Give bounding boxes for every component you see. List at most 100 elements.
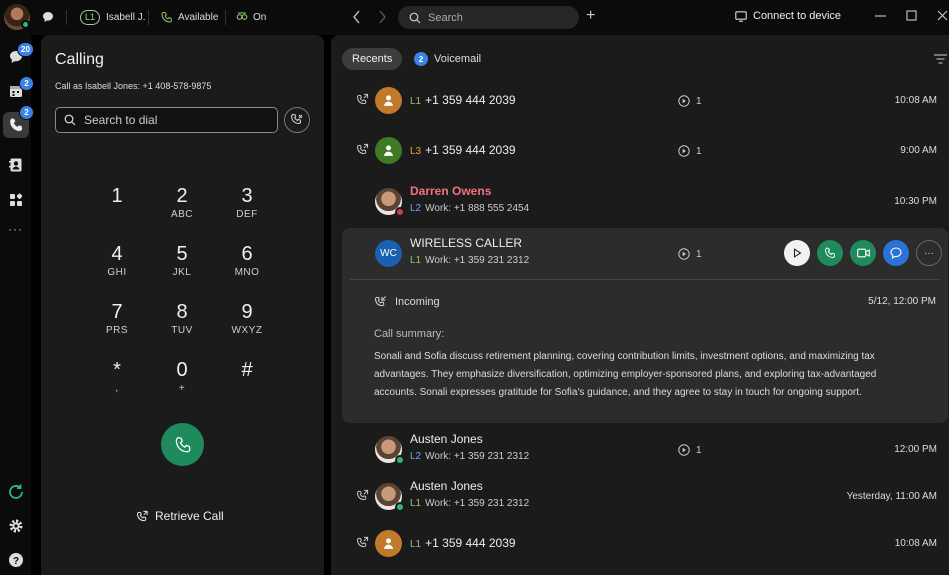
voicemail-indicator[interactable]: 1 [678,248,702,260]
help-nav[interactable]: ? [3,547,29,573]
dial-key-1[interactable]: 1 [89,185,145,209]
voicemail-indicator[interactable]: 1 [678,145,702,157]
dial-key-3[interactable]: 3 DEF [219,185,275,220]
caller-name: Austen Jones [410,479,483,493]
dial-key-2[interactable]: 2 ABC [154,185,210,220]
retrieve-call-icon [137,510,148,521]
video-call-button[interactable] [850,240,876,266]
call-button[interactable] [161,423,204,466]
svg-text:?: ? [13,556,19,567]
recent-call-row[interactable]: L1 +1 359 444 2039 1 10:08 AM [342,77,947,125]
message-button[interactable] [883,240,909,266]
person-icon [383,95,394,106]
tab-voicemail[interactable]: 2 Voicemail [414,52,481,66]
back-arrow-icon[interactable] [352,10,362,24]
line-label: L2 [410,203,422,214]
line-label: L1 [410,539,422,550]
forward-arrow-icon[interactable] [377,10,387,24]
recent-call-row[interactable]: Austen Jones L2 Work: +1 359 231 2312 1 1… [342,426,947,474]
voicemail-indicator[interactable]: 1 [678,95,702,107]
play-icon [793,248,802,258]
line-name: Isabell J. [106,12,146,23]
call-time: 10:08 AM [894,538,937,549]
divider [148,10,149,25]
forwarding-label: On [253,11,267,23]
play-circle-icon [678,145,690,157]
outgoing-call-icon [356,489,369,502]
sync-nav[interactable] [3,479,29,505]
dial-key-5[interactable]: 5 JKL [154,243,210,278]
availability-status[interactable]: Available [161,11,218,23]
dial-key-7[interactable]: 7 PRS [89,301,145,336]
divider [225,10,226,25]
global-search[interactable] [398,6,579,29]
more-nav-icon[interactable]: ··· [8,222,23,236]
minimize-icon[interactable] [875,9,886,23]
call-datetime: 5/12, 12:00 PM [868,296,936,307]
close-icon[interactable] [937,9,948,23]
outgoing-call-icon [356,536,369,549]
more-options-button[interactable]: ··· [916,240,942,266]
call-settings-button[interactable] [284,107,310,133]
call-time: 10:08 AM [894,95,937,106]
calling-badge: 2 [19,105,34,120]
call-direction: Incoming [374,295,440,308]
dial-key-8[interactable]: 8 TUV [154,301,210,336]
recent-call-row[interactable]: Austen Jones L1 Work: +1 359 231 2312 Yes… [342,473,947,521]
gear-icon [9,519,23,533]
dial-search[interactable] [55,107,278,133]
status-message-icon[interactable] [42,11,54,23]
new-button[interactable]: + [586,8,595,24]
page-title: Calling [55,51,104,68]
recent-call-row[interactable]: Darren Owens L2 Work: +1 888 555 2454 10:… [342,178,947,226]
contacts-nav[interactable] [3,152,29,178]
settings-nav[interactable] [3,513,29,539]
avatar [375,137,402,164]
tab-recents[interactable]: Recents [342,48,403,70]
dial-key-hash[interactable]: # [219,359,275,383]
voicemail-indicator[interactable]: 1 [678,444,702,456]
phone-settings-icon [291,113,303,125]
connect-to-device-button[interactable]: Connect to device [735,10,841,22]
maximize-icon[interactable] [906,9,917,23]
retrieve-call-button[interactable]: Retrieve Call [136,509,224,523]
phone-icon [10,118,23,131]
summary-label: Call summary: [374,328,445,340]
phone-status-icon [161,11,172,23]
recents-panel: Recents 2 Voicemail L1 +1 359 444 2039 1 … [331,35,949,575]
recent-call-row[interactable]: L1 +1 359 444 2039 10:08 AM [342,520,947,568]
caller-name: WIRELESS CALLER [410,236,523,250]
status-label: Available [178,11,219,23]
apps-nav[interactable] [3,187,29,213]
play-circle-icon [678,95,690,107]
voicemail-count: 1 [696,444,702,456]
caller-detail: Work: +1 359 231 2312 [425,255,530,266]
dial-key-0[interactable]: 0 + [154,359,210,394]
global-search-input[interactable] [428,11,568,24]
messaging-badge: 20 [17,42,34,57]
device-icon [735,10,747,22]
voicemail-badge: 2 [414,52,428,66]
help-icon: ? [9,553,23,567]
apps-grid-icon [10,193,23,206]
voicemail-count: 1 [696,248,702,260]
navigation-rail: 20 2 2 ··· ? [0,35,34,575]
play-circle-icon [678,444,690,456]
dial-key-6[interactable]: 6 MNO [219,243,275,278]
dial-key-star[interactable]: *, [89,359,145,394]
recent-call-row[interactable]: L3 +1 359 444 2039 1 9:00 AM [342,127,947,175]
call-forwarding-status[interactable]: On [236,11,266,23]
caller-detail: Work: +1 888 555 2454 [425,203,530,214]
line-selector[interactable]: L1 Isabell J. [80,10,145,25]
presence-online-dot [395,455,405,465]
filter-icon[interactable] [934,54,947,64]
audio-call-button[interactable] [817,240,843,266]
refresh-icon [9,484,23,499]
line-label: L3 [410,146,422,157]
dial-search-input[interactable] [84,113,264,127]
play-voicemail-button[interactable] [784,240,810,266]
call-time: Yesterday, 11:00 AM [846,491,937,502]
dial-key-9[interactable]: 9 WXYZ [219,301,275,336]
contacts-icon [9,158,22,172]
dial-key-4[interactable]: 4 GHI [89,243,145,278]
